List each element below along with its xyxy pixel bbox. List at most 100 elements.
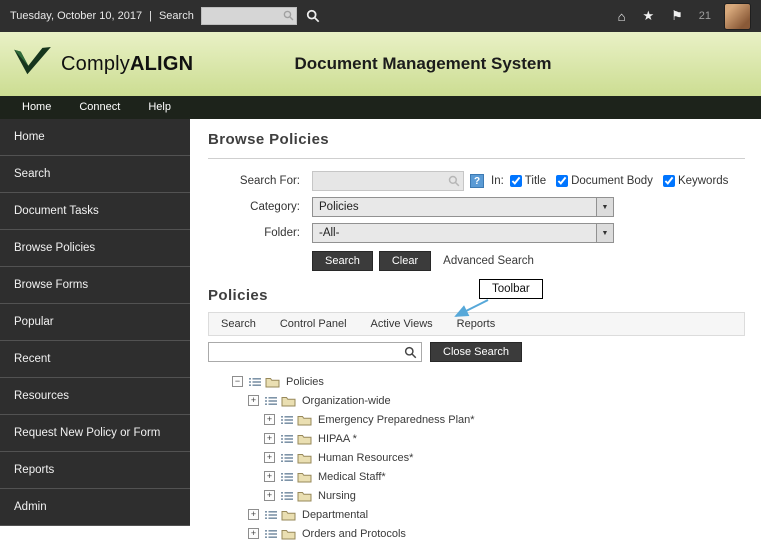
sidebar: Home Search Document Tasks Browse Policies B… [0, 119, 190, 526]
list-icon[interactable] [281, 415, 293, 425]
star-icon[interactable]: ★ [642, 8, 654, 24]
search-icon [448, 175, 460, 190]
list-icon[interactable] [281, 453, 293, 463]
tree-row: + Emergency Preparedness Plan* [264, 410, 745, 429]
top-bar: Tuesday, October 10, 2017 | Search ⌂ ★ ⚑… [0, 0, 761, 32]
filter-checkbox-label: Title [524, 175, 547, 187]
tree-item-label[interactable]: Organization-wide [302, 395, 391, 407]
sidebar-item[interactable]: Admin [0, 489, 190, 526]
tree-item-label[interactable]: Medical Staff* [318, 471, 386, 483]
menu-bar: Home Connect Help [0, 96, 761, 119]
content: Home Search Document Tasks Browse Policies B… [0, 119, 761, 555]
list-icon[interactable] [281, 434, 293, 444]
sidebar-item[interactable]: Browse Policies [0, 230, 190, 267]
logo-text-align: ALIGN [130, 52, 194, 75]
toolbar-item[interactable]: Active Views [359, 318, 445, 330]
expander-icon[interactable]: + [248, 509, 259, 520]
flag-icon[interactable]: ⚑ [671, 8, 683, 24]
tree-item-label[interactable]: Nursing [318, 490, 356, 502]
category-select-value: Policies [319, 201, 359, 213]
callout-arrow-icon [448, 299, 492, 328]
sidebar-item[interactable]: Request New Policy or Form [0, 415, 190, 452]
tree-row: + Orders and Protocols [248, 524, 745, 543]
tree-row: + Nursing [264, 486, 745, 505]
search-icon[interactable] [306, 9, 320, 23]
user-avatar[interactable] [724, 2, 751, 30]
logo-icon [12, 46, 54, 83]
search-button[interactable]: Search [312, 251, 373, 271]
category-label: Category: [250, 201, 300, 213]
tree-item-label[interactable]: Human Resources* [318, 452, 413, 464]
folder-icon [297, 433, 312, 445]
menu-item[interactable]: Connect [65, 96, 134, 119]
toolbar-item[interactable]: Control Panel [268, 318, 359, 330]
tree-item-label[interactable]: Emergency Preparedness Plan* [318, 414, 475, 426]
folder-icon [281, 509, 296, 521]
browse-search-form: Search For: ? In: Title Document Body Ke… [218, 171, 745, 271]
expander-icon[interactable]: + [264, 490, 275, 501]
list-icon[interactable] [265, 510, 277, 520]
sidebar-item[interactable]: Resources [0, 378, 190, 415]
filter-checkbox[interactable]: Keywords [662, 175, 728, 187]
expander-icon[interactable]: + [248, 528, 259, 539]
folder-select-value: -All- [319, 227, 340, 239]
notification-count: 21 [698, 10, 711, 22]
expander-icon[interactable]: + [264, 414, 275, 425]
folder-select[interactable]: -All- ▼ [312, 223, 614, 243]
search-for-input[interactable] [312, 171, 464, 191]
filter-checkbox-input[interactable] [509, 175, 522, 187]
expander-icon[interactable]: + [264, 452, 275, 463]
filter-checkbox-input[interactable] [556, 175, 569, 187]
list-icon[interactable] [265, 396, 277, 406]
filter-checkbox-input[interactable] [662, 175, 675, 187]
tree-row: + Departmental [248, 505, 745, 524]
search-for-row: Search For: ? In: Title Document Body Ke… [218, 171, 745, 191]
tree-row: − Policies [232, 372, 745, 391]
sidebar-item[interactable]: Search [0, 156, 190, 193]
tree-search-row: Close Search [208, 342, 745, 362]
clear-button[interactable]: Clear [378, 251, 432, 271]
tree-item-label[interactable]: Orders and Protocols [302, 528, 406, 540]
folder-row: Folder: -All- ▼ [218, 223, 745, 243]
menu-item[interactable]: Help [134, 96, 185, 119]
folder-icon [297, 414, 312, 426]
search-icon[interactable] [404, 346, 417, 364]
tree-row: + HIPAA * [264, 429, 745, 448]
tree-item-label[interactable]: HIPAA * [318, 433, 357, 445]
list-icon[interactable] [249, 377, 261, 387]
sidebar-item[interactable]: Document Tasks [0, 193, 190, 230]
sidebar-item[interactable]: Home [0, 119, 190, 156]
sidebar-item[interactable]: Recent [0, 341, 190, 378]
expander-icon[interactable]: + [248, 395, 259, 406]
advanced-search-link[interactable]: Advanced Search [443, 255, 534, 267]
category-select[interactable]: Policies ▼ [312, 197, 614, 217]
logo-text-comply: Comply [61, 52, 130, 75]
title-rule [208, 158, 745, 159]
sidebar-item[interactable]: Reports [0, 452, 190, 489]
expander-icon[interactable]: + [264, 433, 275, 444]
tree-item-label[interactable]: Departmental [302, 509, 368, 521]
folder-icon [297, 471, 312, 483]
expander-icon[interactable]: + [264, 471, 275, 482]
close-search-button[interactable]: Close Search [430, 342, 523, 362]
help-icon[interactable]: ? [470, 174, 484, 188]
tree-search-input[interactable] [208, 342, 422, 362]
list-icon[interactable] [265, 529, 277, 539]
sidebar-item[interactable]: Popular [0, 304, 190, 341]
sidebar-item[interactable]: Browse Forms [0, 267, 190, 304]
toolbar-item[interactable]: Search [209, 318, 268, 330]
divider: | [149, 10, 152, 22]
menu-item[interactable]: Home [8, 96, 65, 119]
toolbar-callout: Toolbar [479, 279, 543, 299]
tree-item-label[interactable]: Policies [286, 376, 324, 388]
filter-checkboxes: Title Document Body Keywords [509, 175, 739, 187]
app-logo[interactable]: ComplyALIGN [0, 46, 193, 83]
list-icon[interactable] [281, 491, 293, 501]
search-for-label: Search For: [239, 175, 300, 187]
expander-icon[interactable]: − [232, 376, 243, 387]
home-icon[interactable]: ⌂ [618, 9, 626, 24]
filter-checkbox[interactable]: Title [509, 175, 547, 187]
filter-checkbox[interactable]: Document Body [556, 175, 653, 187]
folder-icon [265, 376, 280, 388]
list-icon[interactable] [281, 472, 293, 482]
